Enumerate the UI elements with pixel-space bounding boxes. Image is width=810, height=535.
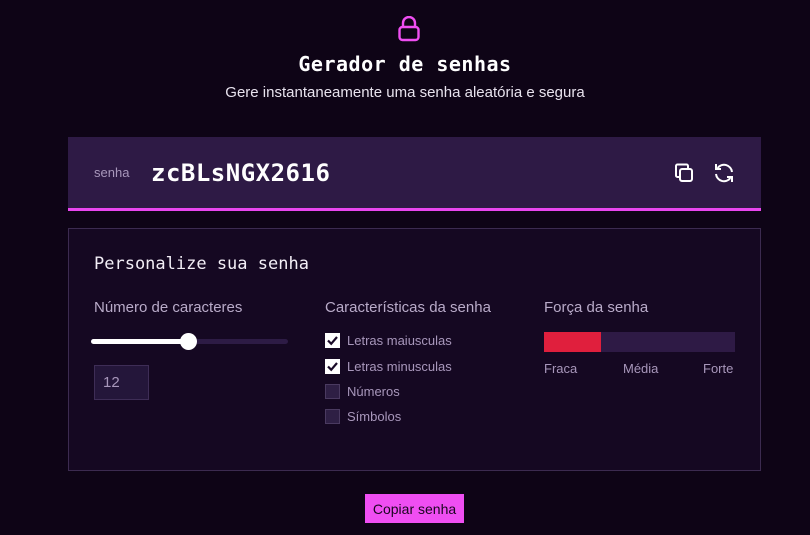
slider-fill <box>91 339 188 344</box>
option-symbols[interactable]: Símbolos <box>325 408 401 424</box>
checkbox[interactable] <box>325 358 340 374</box>
strength-label: Força da senha <box>544 299 649 316</box>
refresh-icon[interactable] <box>712 161 736 185</box>
check-icon <box>327 361 338 371</box>
checkbox[interactable] <box>325 383 340 399</box>
slider-thumb[interactable] <box>179 333 197 350</box>
checkbox[interactable] <box>325 332 340 348</box>
copy-password-button[interactable]: Copiar senha <box>365 494 464 523</box>
password-label: senha <box>94 165 130 180</box>
password-value: zcBLsNGX2616 <box>151 159 331 187</box>
password-display: senha zcBLsNGX2616 <box>68 137 761 211</box>
check-icon <box>327 335 338 345</box>
option-label: Símbolos <box>347 408 402 424</box>
strength-level-strong: Forte <box>703 361 734 376</box>
lock-icon <box>398 16 420 42</box>
strength-meter <box>544 332 735 352</box>
page-title: Gerador de senhas <box>298 52 512 76</box>
copy-icon[interactable] <box>672 161 696 185</box>
option-uppercase[interactable]: Letras maiusculas <box>325 332 452 348</box>
strength-level-weak: Fraca <box>544 361 578 376</box>
option-label: Letras minusculas <box>347 358 452 374</box>
settings-panel: Personalize sua senha Número de caracter… <box>68 228 761 471</box>
strength-level-medium: Média <box>623 361 659 376</box>
option-lowercase[interactable]: Letras minusculas <box>325 358 452 374</box>
option-label: Números <box>347 383 400 399</box>
option-numbers[interactable]: Números <box>325 383 400 399</box>
checkbox[interactable] <box>325 408 340 424</box>
length-slider[interactable] <box>91 333 288 350</box>
page-subtitle: Gere instantaneamente uma senha aleatóri… <box>225 84 585 101</box>
settings-title: Personalize sua senha <box>94 254 309 274</box>
characteristics-label: Características da senha <box>325 299 491 316</box>
length-input[interactable] <box>94 365 149 400</box>
length-label: Número de caracteres <box>94 299 243 316</box>
strength-fill <box>544 332 602 352</box>
option-label: Letras maiusculas <box>347 332 452 348</box>
